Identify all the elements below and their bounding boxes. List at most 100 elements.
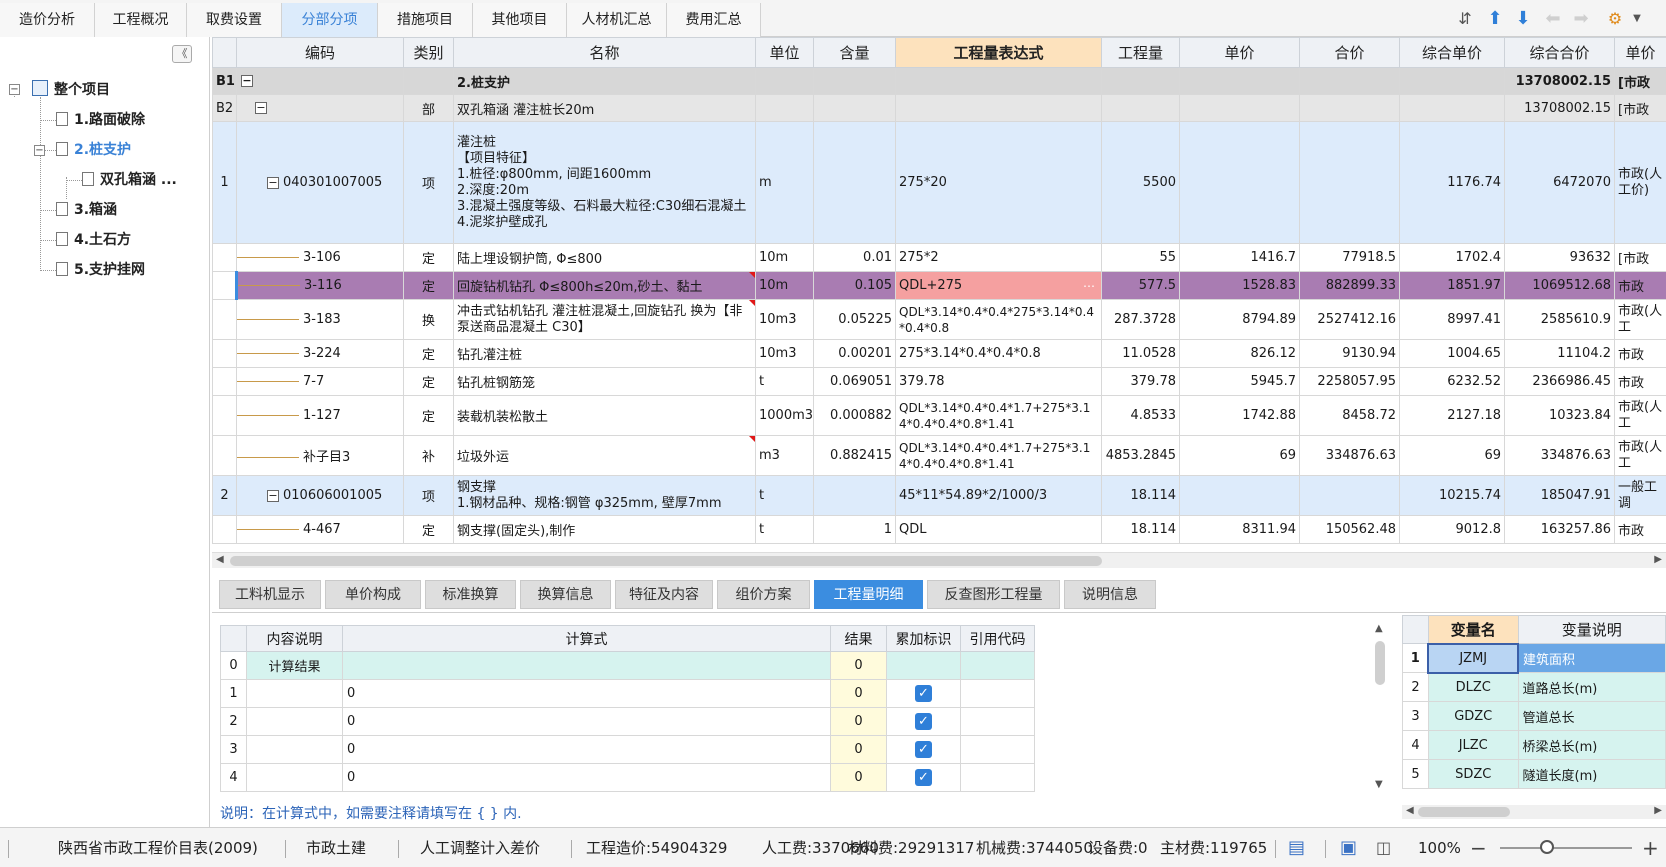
cell-price[interactable]: 5945.7 — [1179, 367, 1300, 396]
cell-price[interactable]: 8311.94 — [1179, 515, 1300, 544]
cell-price[interactable]: 8794.89 — [1179, 299, 1300, 340]
cell-var-desc[interactable]: 桥梁总长(m) — [1517, 730, 1666, 760]
table-row[interactable]: 3-224 定 钻孔灌注桩 10m3 0.00201 275*3.14*0.4*… — [212, 339, 1666, 368]
tab-cost-analysis[interactable]: 造价分析 — [0, 3, 95, 37]
col-var-desc[interactable]: 变量说明 — [1517, 615, 1666, 644]
cell-utotal[interactable]: 13708002.15 — [1504, 67, 1615, 95]
table-row[interactable]: 7-7 定 钻孔桩钢筋笼 t 0.069051 379.78 379.78 59… — [212, 367, 1666, 396]
tab-conversion-info[interactable]: 换算信息 — [520, 580, 611, 609]
cell-name[interactable]: 钻孔灌注桩 — [453, 339, 756, 368]
cell-formula[interactable]: 0 — [342, 707, 831, 736]
tree-item-1[interactable]: 1.路面破除 — [56, 107, 145, 133]
move-up-icon[interactable]: ⬆ — [1484, 6, 1506, 32]
tab-fee-settings[interactable]: 取费设置 — [187, 3, 282, 37]
cell-code[interactable]: 4-467 — [236, 515, 404, 544]
table-row[interactable]: 1 −040301007005 项 灌注桩 【项目特征】 1.桩径:φ800mm… — [212, 121, 1666, 244]
detail-row[interactable]: 0 计算结果 0 — [220, 651, 1035, 680]
sort-icon[interactable]: ⇵ — [1454, 6, 1476, 32]
cell-content[interactable]: 0.05225 — [813, 299, 896, 340]
cell-total[interactable]: 9130.94 — [1299, 339, 1400, 368]
cell-ref-code[interactable] — [960, 763, 1035, 792]
cell-ref-code[interactable] — [960, 679, 1035, 708]
accumulate-checkbox[interactable]: ✓ — [915, 741, 932, 758]
cell-expr[interactable]: QDL — [895, 515, 1102, 544]
cell-last[interactable]: 市政 — [1614, 271, 1666, 300]
cell-price[interactable] — [1179, 475, 1300, 516]
variable-row[interactable]: 1 JZMJ 建筑面积 — [1402, 642, 1666, 674]
accumulate-checkbox[interactable]: ✓ — [915, 713, 932, 730]
cell-content[interactable]: 1 — [813, 515, 896, 544]
cell-qty[interactable]: 11.0528 — [1101, 339, 1180, 368]
cell-expr[interactable]: QDL*3.14*0.4*0.4*1.7+275*3.14*0.4*0.4*0.… — [895, 435, 1102, 476]
tree-root[interactable]: 整个项目 — [32, 77, 110, 103]
cell-category[interactable]: 项 — [403, 475, 454, 516]
cell-formula[interactable]: 0 — [342, 763, 831, 792]
cell-utotal[interactable]: 11104.2 — [1504, 339, 1615, 368]
cell-category[interactable]: 定 — [403, 339, 454, 368]
col-category[interactable]: 类别 — [403, 37, 454, 68]
tree-item-4[interactable]: 4.土石方 — [56, 227, 131, 253]
tab-other-items[interactable]: 其他项目 — [473, 3, 567, 37]
cell-ref-code[interactable] — [960, 707, 1035, 736]
col-quantity-expression[interactable]: 工程量表达式 — [895, 37, 1102, 68]
cell-unit[interactable]: m — [755, 121, 814, 244]
cell-content[interactable]: 0.882415 — [813, 435, 896, 476]
collapse-tree-button[interactable]: 《 — [172, 45, 192, 63]
cell-code[interactable]: 3-224 — [236, 339, 404, 368]
cell-qty[interactable]: 577.5 — [1101, 271, 1180, 300]
layout-columns-icon[interactable]: ◫ — [1376, 828, 1391, 867]
cell-code[interactable]: − — [236, 94, 404, 122]
cell-last[interactable]: 市政 — [1614, 367, 1666, 396]
more-icon[interactable]: … — [1083, 276, 1095, 290]
tab-unit-price-composition[interactable]: 单价构成 — [325, 580, 421, 609]
zoom-out-icon[interactable]: − — [1470, 828, 1487, 867]
cell-uprice[interactable]: 69 — [1399, 435, 1505, 476]
tab-features-content[interactable]: 特征及内容 — [615, 580, 713, 609]
col-formula[interactable]: 计算式 — [342, 625, 831, 652]
layout-split-icon[interactable]: ▣ — [1340, 828, 1357, 867]
cell-total[interactable]: 150562.48 — [1299, 515, 1400, 544]
cell-code[interactable]: 1-127 — [236, 395, 404, 436]
col-composite-unit-price[interactable]: 综合单价 — [1399, 37, 1505, 68]
cell-total[interactable]: 882899.33 — [1299, 271, 1400, 300]
cell-price[interactable]: 69 — [1179, 435, 1300, 476]
cell-name[interactable]: 灌注桩 【项目特征】 1.桩径:φ800mm, 间距1600mm 2.深度:20… — [453, 121, 756, 244]
col-total[interactable]: 合价 — [1299, 37, 1400, 68]
cell-var-name[interactable]: GDZC — [1427, 701, 1519, 731]
col-unit-price-2[interactable]: 单价 — [1614, 37, 1666, 68]
tab-pricing-plan[interactable]: 组价方案 — [717, 580, 810, 609]
detail-vertical-scrollbar[interactable]: ▲ ▼ — [1372, 623, 1388, 793]
cell-code[interactable]: 3-106 — [236, 243, 404, 272]
collapse-toggle-icon[interactable]: − — [241, 75, 253, 87]
cell-last[interactable]: 市政(人工 — [1614, 299, 1666, 340]
cell-name[interactable]: 冲击式钻机钻孔 灌注桩混凝土,回旋钻孔 换为【非泵送商品混凝土 C30】 — [453, 299, 756, 340]
variable-row[interactable]: 5 SDZC 隧道长度(m) — [1402, 759, 1666, 789]
cell-code[interactable]: 3-116 — [236, 271, 404, 300]
cell-expr[interactable]: 275*3.14*0.4*0.4*0.8 — [895, 339, 1102, 368]
cell-var-desc[interactable]: 道路总长(m) — [1517, 672, 1666, 702]
cell-code[interactable]: 补子目3 — [236, 435, 404, 476]
cell-var-name[interactable]: DLZC — [1427, 672, 1519, 702]
col-seq[interactable] — [212, 37, 237, 68]
cell-utotal[interactable]: 2585610.9 — [1504, 299, 1615, 340]
cell-price[interactable] — [1179, 94, 1300, 122]
cell-uprice[interactable]: 10215.74 — [1399, 475, 1505, 516]
cell-formula[interactable]: 0 — [342, 679, 831, 708]
cell-total[interactable] — [1299, 67, 1400, 95]
tab-standard-conversion[interactable]: 标准换算 — [425, 580, 516, 609]
cell-qty[interactable]: 4853.2845 — [1101, 435, 1180, 476]
cell-code[interactable]: − — [236, 67, 404, 95]
accumulate-checkbox[interactable]: ✓ — [915, 769, 932, 786]
cell-last[interactable]: [市政 — [1614, 243, 1666, 272]
cell-qty[interactable] — [1101, 67, 1180, 95]
zoom-in-icon[interactable]: + — [1642, 828, 1659, 867]
tab-project-overview[interactable]: 工程概况 — [95, 3, 187, 37]
scroll-down-icon[interactable]: ▼ — [1375, 779, 1383, 790]
cell-qty[interactable]: 18.114 — [1101, 515, 1180, 544]
cell-var-name[interactable]: SDZC — [1427, 759, 1519, 789]
scroll-left-icon[interactable]: ◀ — [1406, 805, 1414, 816]
cell-utotal[interactable]: 2366986.45 — [1504, 367, 1615, 396]
table-row[interactable]: 4-467 定 钢支撑(固定头),制作 t 1 QDL 18.114 8311.… — [212, 515, 1666, 544]
scroll-up-icon[interactable]: ▲ — [1375, 623, 1383, 634]
tab-quantity-detail[interactable]: 工程量明细 — [814, 580, 923, 609]
